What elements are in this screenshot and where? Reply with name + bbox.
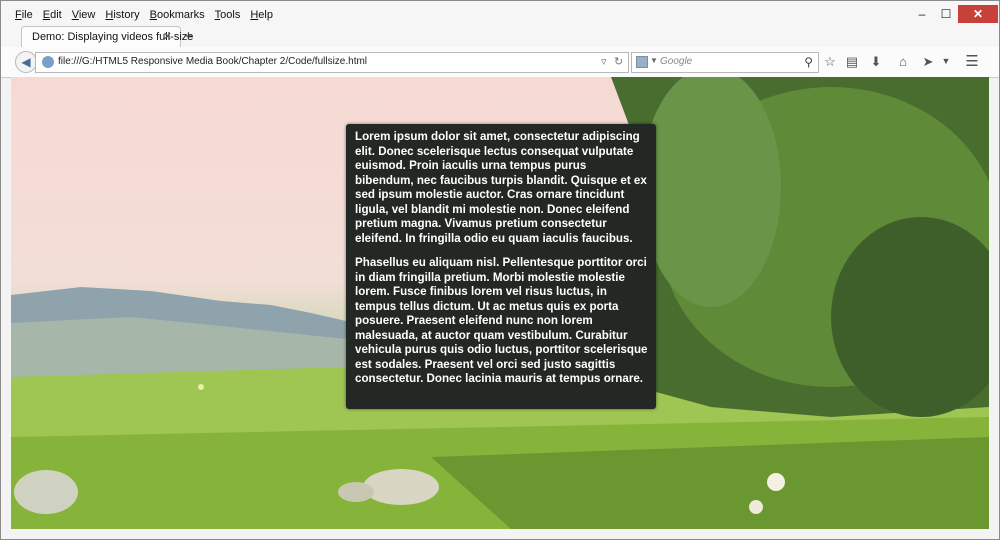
menu-view[interactable]: View — [72, 9, 96, 21]
back-arrow-icon[interactable]: ◀ — [15, 51, 37, 73]
search-placeholder[interactable]: Google — [660, 56, 692, 67]
menu-edit[interactable]: Edit — [43, 9, 62, 21]
flower-3 — [198, 384, 204, 390]
browser-window: File Edit View History Bookmarks Tools H… — [0, 0, 1000, 540]
search-icon[interactable]: ⚲ — [804, 55, 813, 69]
navigation-toolbar: ◀ file:///G:/HTML5 Responsive Media Book… — [1, 47, 999, 78]
rock-small — [338, 482, 374, 502]
flower-2 — [749, 500, 763, 514]
menu-help[interactable]: Help — [250, 9, 273, 21]
reading-list-icon[interactable]: ▤ — [843, 54, 861, 70]
rock-left — [14, 470, 78, 514]
url-text[interactable]: file:///G:/HTML5 Responsive Media Book/C… — [58, 56, 367, 67]
menu-file[interactable]: File — [15, 9, 33, 21]
menu-icon[interactable]: ☰ — [963, 52, 981, 70]
menu-history[interactable]: History — [105, 9, 139, 21]
paragraph-2: Phasellus eu aliquam nisl. Pellentesque … — [355, 256, 648, 385]
minimize-button[interactable]: – — [911, 5, 933, 23]
tab-demo[interactable]: Demo: Displaying videos full-size ✕ — [21, 26, 193, 47]
menu-bar: File Edit View History Bookmarks Tools H… — [1, 1, 999, 25]
search-bar[interactable]: ▼ Google ⚲ — [631, 52, 819, 73]
globe-icon — [42, 56, 54, 68]
tall-tree — [641, 77, 781, 307]
download-icon[interactable]: ⬇ — [867, 54, 885, 70]
paragraph-1: Lorem ipsum dolor sit amet, consectetur … — [355, 130, 647, 245]
engine-dropdown-icon[interactable]: ▼ — [650, 56, 658, 65]
star-icon[interactable]: ☆ — [821, 54, 839, 70]
text-overlay-panel: Lorem ipsum dolor sit amet, consectetur … — [346, 124, 656, 409]
menu-bookmarks[interactable]: Bookmarks — [150, 9, 205, 21]
menu-list: File Edit View History Bookmarks Tools H… — [15, 9, 273, 21]
maximize-button[interactable]: ☐ — [935, 5, 957, 23]
menu-tools[interactable]: Tools — [215, 9, 241, 21]
search-engine-icon[interactable] — [636, 56, 648, 68]
url-bar[interactable]: file:///G:/HTML5 Responsive Media Book/C… — [35, 52, 629, 73]
share-icon[interactable]: ➤ — [919, 54, 937, 70]
rock-center — [363, 469, 439, 505]
new-tab-button[interactable]: + — [184, 28, 193, 45]
flower — [767, 473, 785, 491]
dropdown-icon[interactable]: ▿ — [601, 55, 607, 68]
video-background: Lorem ipsum dolor sit amet, consectetur … — [11, 77, 989, 529]
close-window-button[interactable]: ✕ — [958, 5, 998, 23]
tab-strip: Demo: Displaying videos full-size ✕ + — [1, 25, 999, 48]
home-icon[interactable]: ⌂ — [894, 54, 912, 69]
tab-close-icon[interactable]: ✕ — [163, 30, 172, 43]
share-dropdown-icon[interactable]: ▼ — [937, 56, 955, 66]
reload-icon[interactable]: ↻ — [614, 55, 623, 68]
